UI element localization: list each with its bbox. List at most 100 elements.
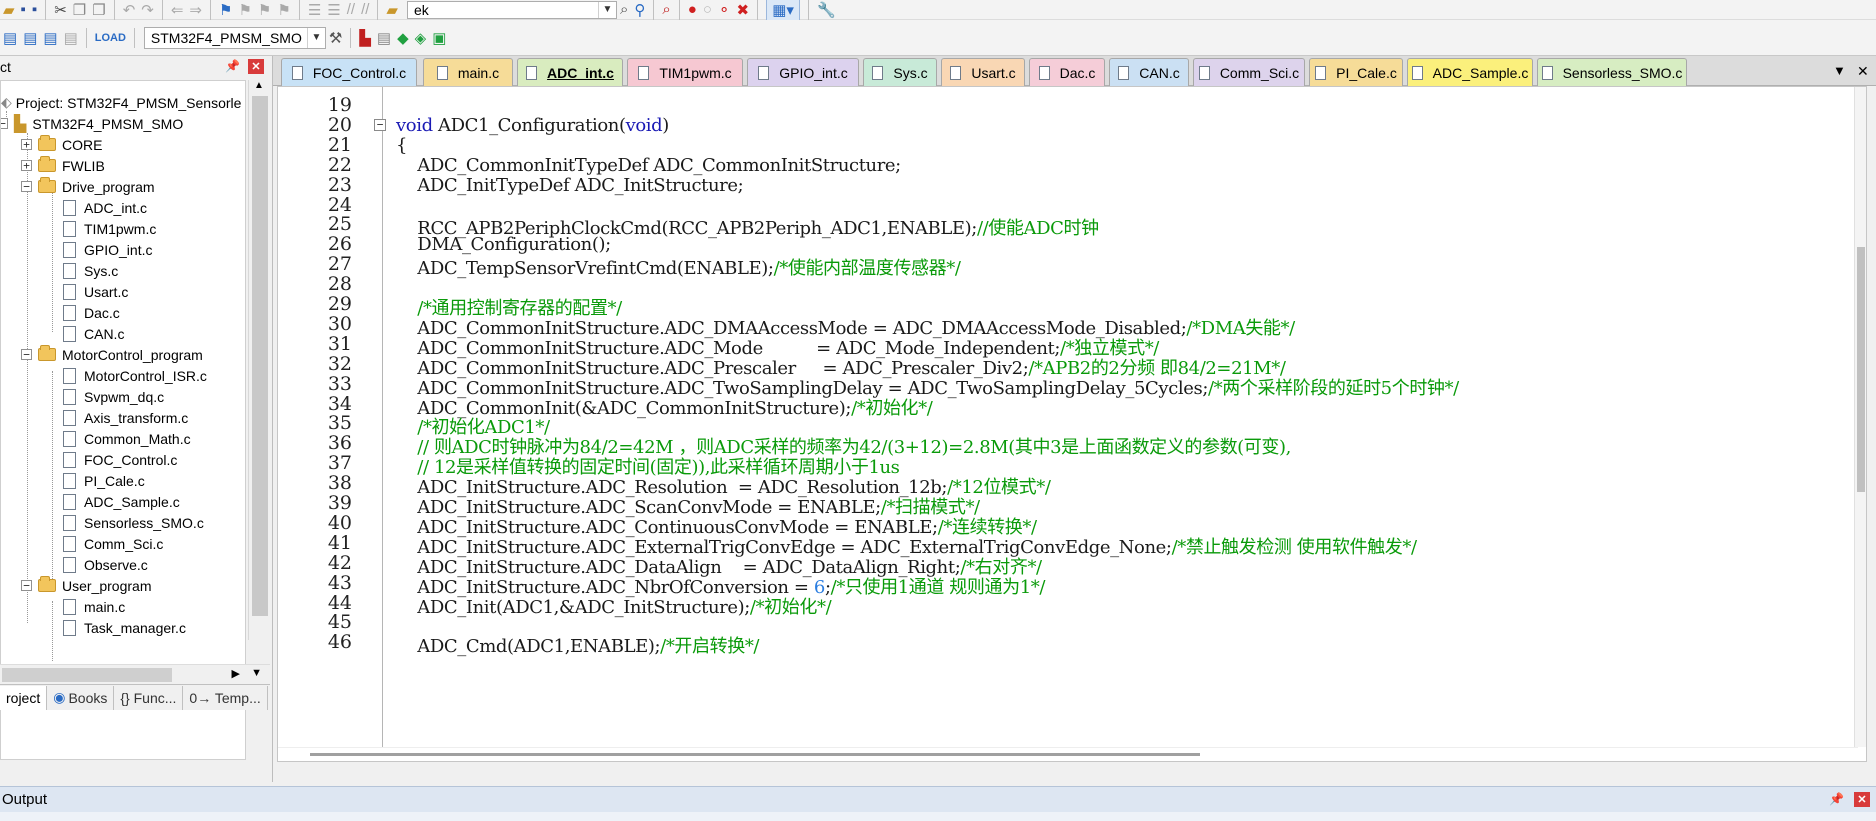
manage-components-icon[interactable]: ▙	[359, 27, 371, 49]
tab-adc-sample[interactable]: ADC_Sample.c	[1407, 58, 1533, 86]
collapse-icon[interactable]: −	[1, 118, 8, 129]
chevron-down-icon[interactable]: ▼	[306, 27, 325, 48]
tree-group[interactable]: − User_program	[21, 575, 151, 596]
scroll-thumb[interactable]	[252, 96, 268, 616]
tab-pi-cale[interactable]: PI_Cale.c	[1309, 58, 1403, 86]
batch-build-icon[interactable]: ▤	[64, 27, 78, 49]
tab-functions[interactable]: {} Func...	[114, 685, 184, 710]
breakpoint-kill-icon[interactable]: ✖	[736, 0, 749, 21]
tab-dac[interactable]: Dac.c	[1029, 58, 1105, 86]
search-combo[interactable]: ek ▼	[406, 0, 617, 19]
uncomment-icon[interactable]: //	[361, 0, 369, 21]
tab-project[interactable]: roject	[0, 685, 48, 710]
scroll-up-icon[interactable]: ▲	[254, 80, 264, 91]
tree-file[interactable]: GPIO_int.c	[63, 239, 152, 260]
tab-list-dropdown-icon[interactable]: ▼	[1833, 63, 1846, 78]
find-icon[interactable]: ⌕	[620, 0, 628, 21]
breakpoint-clear-icon[interactable]: ⚬	[718, 0, 731, 21]
rebuild-icon[interactable]: ▤	[43, 27, 57, 49]
tree-group[interactable]: − Drive_program	[21, 176, 155, 197]
scroll-thumb[interactable]	[310, 753, 1200, 756]
tree-file[interactable]: Task_manager.c	[63, 617, 186, 638]
configure-icon[interactable]: 🔧	[817, 0, 836, 21]
fold-toggle-icon[interactable]: −	[374, 119, 386, 131]
expand-icon[interactable]: +	[21, 160, 32, 171]
tab-usart[interactable]: Usart.c	[941, 58, 1025, 86]
scroll-thumb[interactable]	[1857, 247, 1865, 492]
translate-icon[interactable]: ▤	[3, 27, 17, 49]
editor-horizontal-scrollbar[interactable]	[278, 747, 1858, 761]
tree-file[interactable]: TIM1pwm.c	[63, 218, 156, 239]
tree-file[interactable]: Common_Math.c	[63, 428, 191, 449]
tree-group[interactable]: + CORE	[21, 134, 102, 155]
pin-icon[interactable]: 📌	[225, 59, 240, 73]
project-tree-scrollbar[interactable]: ▲	[248, 80, 270, 640]
tree-file[interactable]: Svpwm_dq.c	[63, 386, 164, 407]
tree-file[interactable]: CAN.c	[63, 323, 124, 344]
bookmark-next-icon[interactable]: ⚑	[258, 0, 271, 21]
tree-group[interactable]: + FWLIB	[21, 155, 105, 176]
tree-file[interactable]: Axis_transform.c	[63, 407, 188, 428]
undo-icon[interactable]: ↶	[123, 0, 136, 21]
paste-icon[interactable]: ❐	[92, 0, 105, 21]
redo-icon[interactable]: ↷	[141, 0, 154, 21]
target-combo[interactable]: STM32F4_PMSM_SMO ▼	[143, 26, 326, 49]
tab-gpio-int[interactable]: GPIO_int.c	[747, 58, 859, 86]
tree-file[interactable]: ADC_Sample.c	[63, 491, 180, 512]
incremental-find-icon[interactable]: ⚲	[634, 0, 645, 21]
tree-file[interactable]: Sensorless_SMO.c	[63, 512, 204, 533]
tab-main[interactable]: main.c	[423, 58, 513, 86]
nav-back-icon[interactable]: ⇐	[171, 0, 184, 21]
tree-file[interactable]: PI_Cale.c	[63, 470, 145, 491]
find-in-files-icon[interactable]: ▰	[386, 0, 398, 21]
tree-file[interactable]: Usart.c	[63, 281, 128, 302]
load-icon[interactable]: LOAD	[95, 27, 126, 49]
select-packs-icon[interactable]: ▣	[432, 27, 446, 49]
unindent-icon[interactable]: ☰	[327, 0, 340, 21]
pin-icon[interactable]: 📌	[1829, 792, 1844, 806]
tree-file[interactable]: Comm_Sci.c	[63, 533, 163, 554]
tab-books[interactable]: ◉ Books	[47, 685, 115, 710]
pack-installer-icon[interactable]: ◆	[397, 27, 409, 49]
tab-foc-control[interactable]: FOC_Control.c	[281, 58, 417, 86]
hscroll-thumb[interactable]	[2, 668, 172, 682]
target-node[interactable]: − ▙ STM32F4_PMSM_SMO	[1, 113, 183, 134]
nav-forward-icon[interactable]: ⇒	[189, 0, 202, 21]
tree-file[interactable]: Dac.c	[63, 302, 120, 323]
file-extensions-icon[interactable]: ▤	[377, 27, 391, 49]
close-icon[interactable]: ✕	[248, 59, 264, 74]
run-time-environment-icon[interactable]: ◈	[415, 27, 427, 49]
open-icon[interactable]: ▰	[3, 0, 15, 21]
tab-templates[interactable]: 0→ Temp...	[183, 685, 268, 710]
tab-sys[interactable]: Sys.c	[863, 58, 937, 86]
tab-adc-int[interactable]: ADC_int.c	[517, 58, 623, 87]
indent-icon[interactable]: ☰	[308, 0, 321, 21]
bookmark-icon[interactable]: ⚑	[219, 0, 232, 21]
close-tab-icon[interactable]: ✕	[1857, 63, 1869, 80]
tab-tim1pwm[interactable]: TIM1pwm.c	[627, 58, 743, 86]
tree-file[interactable]: main.c	[63, 596, 125, 617]
save-all-icon[interactable]: ▪	[32, 0, 37, 21]
comment-icon[interactable]: //	[347, 0, 355, 21]
scroll-down-icon[interactable]: ▼	[251, 667, 262, 679]
tree-file[interactable]: Observe.c	[63, 554, 148, 575]
build-icon[interactable]: ▤	[23, 27, 37, 49]
project-root[interactable]: ⬖ Project: STM32F4_PMSM_Sensorle	[1, 92, 241, 113]
tree-file[interactable]: ADC_int.c	[63, 197, 147, 218]
tree-group[interactable]: − MotorControl_program	[21, 344, 203, 365]
collapse-icon[interactable]: −	[21, 181, 32, 192]
tree-file[interactable]: FOC_Control.c	[63, 449, 177, 470]
window-layout-icon[interactable]: ▦▾	[766, 0, 801, 21]
tree-file[interactable]: MotorControl_ISR.c	[63, 365, 207, 386]
scroll-right-icon[interactable]: ▶	[232, 667, 240, 680]
breakpoint-disable-icon[interactable]: ○	[703, 0, 712, 21]
bookmark-prev-icon[interactable]: ⚑	[238, 0, 251, 21]
code-editor[interactable]: − 19 20 void ADC1_Configuration(void) 21 {22…	[277, 86, 1867, 762]
breakpoint-icon[interactable]: ●	[688, 0, 697, 21]
bookmark-clear-icon[interactable]: ⚑	[277, 0, 290, 21]
chevron-down-icon[interactable]: ▼	[597, 1, 616, 18]
tab-sensorless-smo[interactable]: Sensorless_SMO.c	[1537, 58, 1687, 86]
project-tree-hscroll[interactable]: ▶ ▼	[0, 664, 270, 684]
tab-comm-sci[interactable]: Comm_Sci.c	[1193, 58, 1305, 86]
editor-vertical-scrollbar[interactable]	[1854, 87, 1866, 747]
